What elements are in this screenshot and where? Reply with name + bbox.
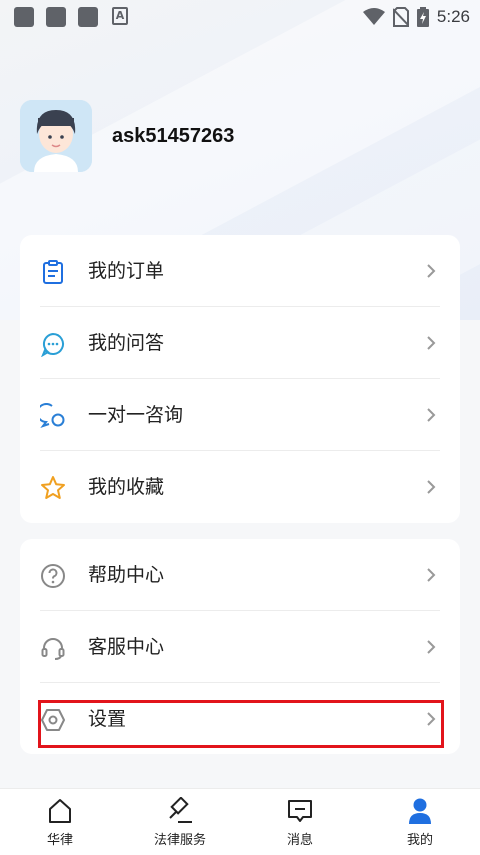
- menu-item-label: 我的问答: [88, 332, 165, 354]
- message-icon: [288, 800, 312, 822]
- menu-item-favorites[interactable]: 我的收藏: [20, 451, 460, 523]
- menu-item-label: 我的收藏: [88, 476, 165, 498]
- tab-label: 华律: [46, 833, 73, 848]
- person-icon: [409, 798, 431, 824]
- tab-mine[interactable]: 我的: [360, 789, 480, 855]
- gavel-icon: [169, 797, 192, 823]
- username: ask51457263: [112, 124, 235, 147]
- menu-item-my-orders[interactable]: 我的订单: [20, 235, 460, 307]
- chevron-right-icon: [427, 336, 436, 350]
- battery-charging-icon: [416, 7, 429, 27]
- chevron-right-icon: [427, 568, 436, 582]
- tab-label: 法律服务: [153, 833, 206, 848]
- notification-a-icon: A: [112, 7, 128, 25]
- tab-messages[interactable]: 消息: [240, 789, 360, 855]
- notification-icon: [14, 7, 34, 27]
- status-bar: A 5:26: [0, 0, 480, 34]
- menu-item-label: 我的订单: [88, 260, 165, 282]
- menu-item-label: 客服中心: [88, 636, 165, 658]
- chevron-right-icon: [427, 264, 436, 278]
- tab-home[interactable]: 华律: [0, 789, 120, 855]
- menu-item-label: 一对一咨询: [88, 404, 184, 426]
- chevron-right-icon: [427, 640, 436, 654]
- no-sim-icon: [392, 7, 409, 27]
- clock: 5:26: [436, 7, 470, 26]
- menu-item-settings[interactable]: 设置: [20, 683, 460, 755]
- menu-item-help-center[interactable]: 帮助中心: [20, 539, 460, 611]
- hexagon-settings-icon: [41, 709, 65, 731]
- menu-item-label: 帮助中心: [88, 564, 165, 586]
- tab-legal-services[interactable]: 法律服务: [120, 789, 240, 855]
- help-circle-icon: [41, 564, 65, 588]
- consult-bubbles-icon: [40, 403, 65, 428]
- chevron-right-icon: [427, 408, 436, 422]
- chat-bubble-icon: [41, 332, 64, 357]
- chevron-right-icon: [427, 712, 436, 726]
- menu-item-my-qa[interactable]: 我的问答: [20, 307, 460, 379]
- wifi-icon: [362, 8, 385, 25]
- bottom-tab-bar: 华律 法律服务 消息 我的: [0, 788, 480, 855]
- avatar[interactable]: [20, 100, 92, 172]
- clipboard-icon: [43, 260, 63, 284]
- menu-card-primary: 我的订单 我的问答 一对一咨询 我的收藏: [20, 235, 460, 523]
- chevron-right-icon: [427, 480, 436, 494]
- notification-icon: [46, 7, 66, 27]
- headset-icon: [41, 638, 65, 660]
- menu-card-secondary: 帮助中心 客服中心 设置: [20, 539, 460, 754]
- tab-label: 消息: [286, 833, 313, 848]
- profile-section[interactable]: ask51457263: [20, 100, 234, 172]
- menu-item-label: 设置: [88, 708, 127, 730]
- menu-item-customer-service[interactable]: 客服中心: [20, 611, 460, 683]
- tab-label: 我的: [406, 833, 433, 848]
- home-icon: [49, 799, 71, 823]
- notification-icon: [78, 7, 98, 27]
- star-icon: [41, 476, 65, 499]
- menu-item-consult[interactable]: 一对一咨询: [20, 379, 460, 451]
